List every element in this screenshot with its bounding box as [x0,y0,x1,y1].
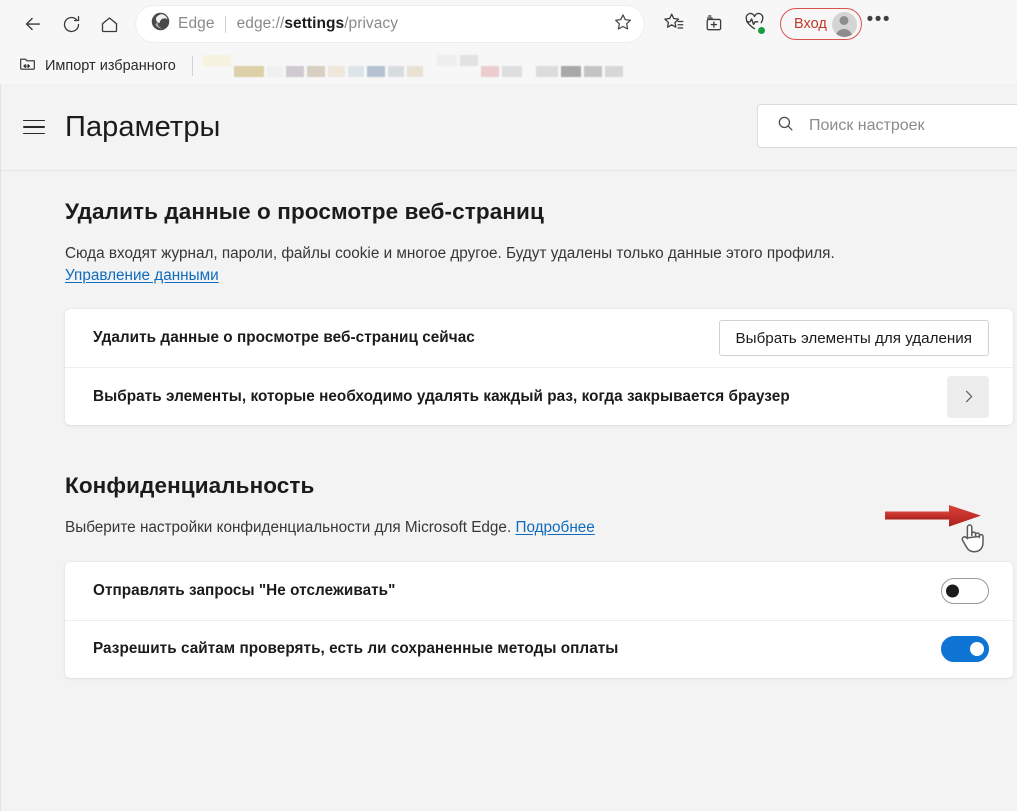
add-favorite-button[interactable] [608,9,638,39]
blurred-bookmark-item[interactable] [583,66,602,77]
sign-in-button[interactable]: Вход [780,8,862,40]
sign-in-label: Вход [794,16,827,32]
edge-brand-label: Edge [178,15,215,32]
omnibox-divider [224,15,226,33]
row-clear-on-close[interactable]: Выбрать элементы, которые необходимо уда… [65,367,1013,425]
reload-icon [61,14,82,35]
settings-content: Удалить данные о просмотре веб-страниц С… [1,171,1013,678]
row-clear-on-close-label: Выбрать элементы, которые необходимо уда… [93,387,790,405]
blurred-bookmark-group-3[interactable] [535,55,623,77]
import-favorites-icon [18,54,37,78]
row-do-not-track: Отправлять запросы "Не отслеживать" [65,562,1013,620]
payment-methods-toggle[interactable] [941,636,989,663]
section-heading-privacy: Конфиденциальность [65,473,315,499]
browser-toolbar: Edge edge://settings/privacy Вход ••• [0,0,1017,48]
hamburger-menu-icon[interactable] [23,114,49,140]
blurred-bookmark-item[interactable] [604,66,623,77]
section-description-text: Сюда входят журнал, пароли, файлы cookie… [65,245,835,262]
browser-chrome: Edge edge://settings/privacy Вход ••• Им… [0,0,1017,84]
chevron-right-icon[interactable] [947,375,989,418]
blurred-bookmark-item[interactable] [387,66,404,77]
collections-icon [703,11,725,38]
home-icon [99,14,120,35]
edge-logo-icon [150,11,171,37]
page-title: Параметры [65,110,221,143]
blurred-bookmark-item[interactable] [285,66,304,77]
settings-header: Параметры Поиск настроек [1,84,1017,171]
blurred-bookmark-group-2[interactable] [436,55,522,77]
privacy-card: Отправлять запросы "Не отслеживать" Разр… [65,561,1013,678]
row-do-not-track-label: Отправлять запросы "Не отслеживать" [93,581,396,599]
url-prefix: edge:// [236,15,285,32]
privacy-description-text: Выберите настройки конфиденциальности дл… [65,519,516,537]
blurred-bookmark-item[interactable] [436,55,457,66]
choose-what-to-clear-button[interactable]: Выбрать элементы для удаления [718,320,989,357]
bookmarks-separator [191,56,193,76]
blurred-bookmark-item[interactable] [459,55,478,66]
row-payment-methods-label: Разрешить сайтам проверять, есть ли сохр… [93,640,619,658]
arrow-left-icon [22,13,44,35]
manage-data-link[interactable]: Управление данными [65,267,219,284]
reload-button[interactable] [52,5,90,43]
blurred-bookmark-item[interactable] [327,66,345,77]
import-favorites-button[interactable]: Импорт избранного [14,50,184,82]
star-outline-icon [613,12,633,37]
account-avatar-icon [831,11,857,37]
home-button[interactable] [90,5,128,43]
more-options-button[interactable]: ••• [862,5,896,43]
row-clear-now-label: Удалить данные о просмотре веб-страниц с… [93,329,475,347]
blurred-bookmark-item[interactable] [480,66,499,77]
learn-more-link[interactable]: Подробнее [515,519,594,536]
blurred-bookmark-item[interactable] [347,66,364,77]
settings-page: Параметры Поиск настроек Удалить данные … [0,84,1017,811]
section-heading-clear-browsing-data: Удалить данные о просмотре веб-страниц [65,199,544,224]
settings-body: Удалить данные о просмотре веб-страниц С… [1,171,1017,678]
favorites-icon [663,11,685,38]
blurred-bookmark-item[interactable] [202,55,231,66]
bookmarks-bar: Импорт избранного [0,48,1017,84]
blurred-bookmark-item[interactable] [233,66,264,77]
section-description-clear-browsing-data: Сюда входят журнал, пароли, файлы cookie… [65,243,953,287]
address-bar[interactable]: Edge edge://settings/privacy [136,6,644,42]
do-not-track-toggle[interactable] [941,577,989,604]
blurred-bookmark-item[interactable] [501,66,522,77]
edge-brand: Edge [150,11,215,37]
blurred-bookmark-item[interactable] [306,66,325,77]
favorites-button[interactable] [654,5,694,43]
blurred-bookmark-item[interactable] [266,66,283,77]
ellipsis-icon: ••• [866,9,892,30]
row-clear-now: Удалить данные о просмотре веб-страниц с… [65,309,1013,367]
url-text: edge://settings/privacy [237,15,602,33]
section-description-privacy: Выберите настройки конфиденциальности дл… [65,517,953,539]
toolbar-icon-group [654,5,774,43]
row-payment-methods: Разрешить сайтам проверять, есть ли сохр… [65,619,1013,678]
url-bold-segment: settings [284,15,345,32]
url-suffix: /privacy [344,15,399,32]
collections-button[interactable] [694,5,734,43]
browser-essentials-button[interactable] [734,5,774,43]
back-button[interactable] [14,5,52,43]
search-input[interactable]: Поиск настроек [809,117,925,135]
privacy-section: Конфиденциальность Выберите настройки ко… [65,473,1013,678]
blurred-bookmark-group-1[interactable] [202,55,423,77]
blurred-bookmark-item[interactable] [406,66,423,77]
blurred-bookmark-item[interactable] [366,66,385,77]
clear-browsing-data-card: Удалить данные о просмотре веб-страниц с… [65,309,1013,426]
essentials-status-dot [757,26,766,35]
import-favorites-label: Импорт избранного [45,58,176,74]
search-icon [776,114,795,138]
blurred-bookmark-item[interactable] [560,66,581,77]
settings-search-box[interactable]: Поиск настроек [757,104,1017,148]
blurred-bookmark-item[interactable] [535,66,558,77]
